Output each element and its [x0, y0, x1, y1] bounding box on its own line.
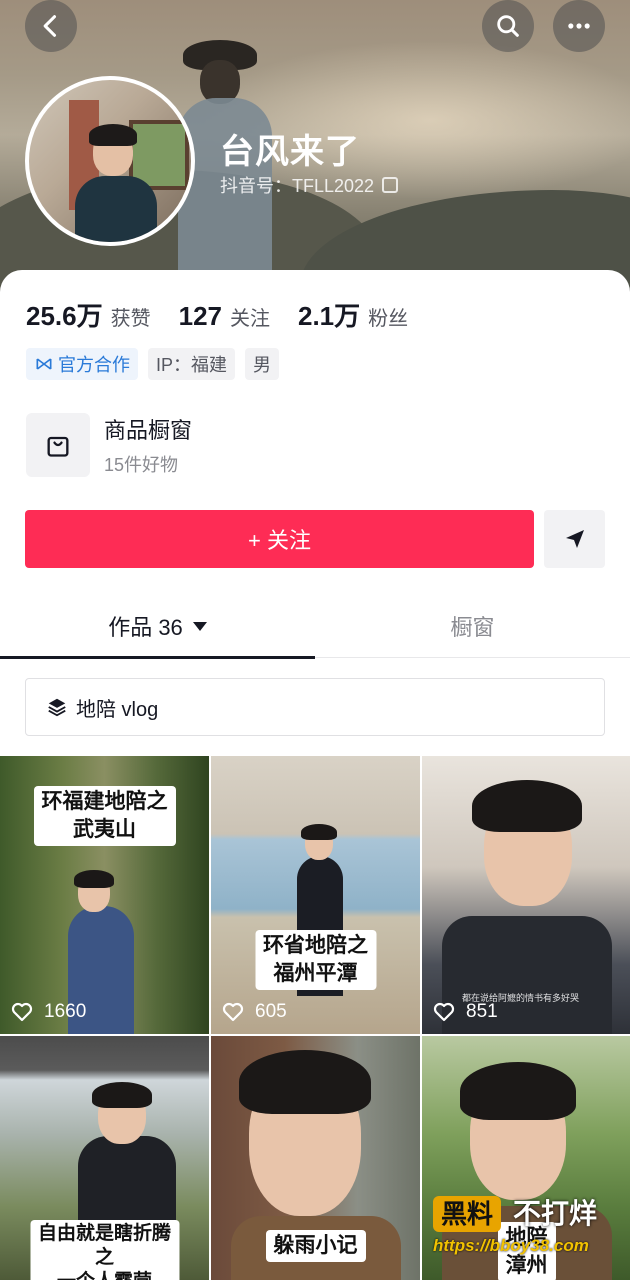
official-partner-tag[interactable]: 官方合作: [26, 348, 138, 380]
watermark-url: https://bboy38.com: [433, 1236, 589, 1255]
tab-showcase[interactable]: 橱窗: [315, 596, 630, 656]
collection-label: 地陪 vlog: [76, 698, 159, 721]
chevron-left-icon: [43, 15, 57, 37]
video-thumbnail[interactable]: 都在说给阿嬷的情书有多好哭 851: [422, 756, 630, 1034]
heart-icon: [11, 1002, 33, 1022]
follow-button[interactable]: + 关注: [25, 510, 534, 568]
official-partner-icon: [36, 358, 52, 370]
shopping-bag-icon: [26, 413, 90, 477]
video-thumbnail[interactable]: 自由就是瞎折腾之一个人露营: [0, 1036, 209, 1280]
profile-tabs: 作品 36 橱窗: [0, 596, 630, 658]
profile-nickname: 台风来了: [220, 133, 360, 171]
more-dots-icon: [568, 23, 590, 29]
video-thumbnail[interactable]: 躲雨小记: [211, 1036, 420, 1280]
watermark-text: 不打烊: [513, 1198, 598, 1229]
video-caption: 自由就是瞎折腾之一个人露营: [29, 1220, 180, 1280]
send-message-button[interactable]: [544, 510, 605, 568]
profile-tags: 官方合作 IP：福建 男: [26, 348, 280, 380]
stat-likes[interactable]: 25.6万 获赞: [26, 296, 151, 333]
stat-label: 关注: [230, 308, 270, 330]
active-tab-indicator: [0, 656, 315, 659]
avatar[interactable]: [25, 76, 195, 246]
video-caption: 躲雨小记: [265, 1230, 366, 1262]
copy-icon[interactable]: [382, 177, 399, 193]
video-likes: 1660: [10, 1000, 86, 1024]
stat-following[interactable]: 127 关注: [179, 301, 270, 332]
paper-plane-icon: [565, 530, 584, 548]
watermark-box: 黑料: [433, 1196, 502, 1232]
stat-followers[interactable]: 2.1万 粉丝: [298, 296, 408, 333]
profile-stats: 25.6万 获赞 127 关注 2.1万 粉丝: [26, 296, 436, 333]
search-icon: [497, 15, 519, 37]
stat-value: 2.1万: [298, 301, 361, 331]
tab-works[interactable]: 作品 36: [0, 596, 315, 656]
video-caption: 环福建地陪之 武夷山: [33, 786, 176, 846]
stat-value: 127: [178, 301, 222, 331]
heart-icon: [433, 1002, 455, 1022]
caret-down-icon: [192, 621, 207, 631]
ip-location-tag: IP：福建: [148, 348, 236, 380]
more-button[interactable]: [553, 0, 605, 52]
layers-icon: [48, 698, 66, 717]
douyin-id-text: 抖音号：TFLL2022: [220, 176, 375, 196]
video-caption: 环省地陪之 福州平潭: [255, 930, 376, 990]
stat-value: 25.6万: [26, 301, 103, 331]
official-partner-label: 官方合作: [58, 355, 130, 375]
showcase-title: 商品橱窗: [104, 418, 193, 443]
video-thumbnail[interactable]: 环福建地陪之 武夷山 1660: [0, 756, 209, 1034]
product-showcase-entry[interactable]: 商品橱窗 15件好物: [26, 412, 606, 478]
douyin-id[interactable]: 抖音号：TFLL2022: [220, 172, 399, 198]
video-likes: 851: [432, 1000, 498, 1024]
video-likes: 605: [221, 1000, 287, 1024]
heart-icon: [222, 1002, 244, 1022]
collection-button[interactable]: 地陪 vlog: [25, 678, 605, 736]
stat-label: 获赞: [110, 308, 151, 330]
gender-tag: 男: [245, 348, 280, 380]
back-button[interactable]: [25, 0, 77, 52]
watermark-logo: 黑料 不打烊 https://bboy38.com: [433, 1196, 623, 1266]
video-thumbnail[interactable]: 环省地陪之 福州平潭 605: [211, 756, 420, 1034]
showcase-subtitle: 15件好物: [104, 455, 179, 475]
tab-works-label: 作品 36: [108, 615, 183, 640]
stat-label: 粉丝: [368, 308, 409, 330]
search-button[interactable]: [482, 0, 534, 52]
